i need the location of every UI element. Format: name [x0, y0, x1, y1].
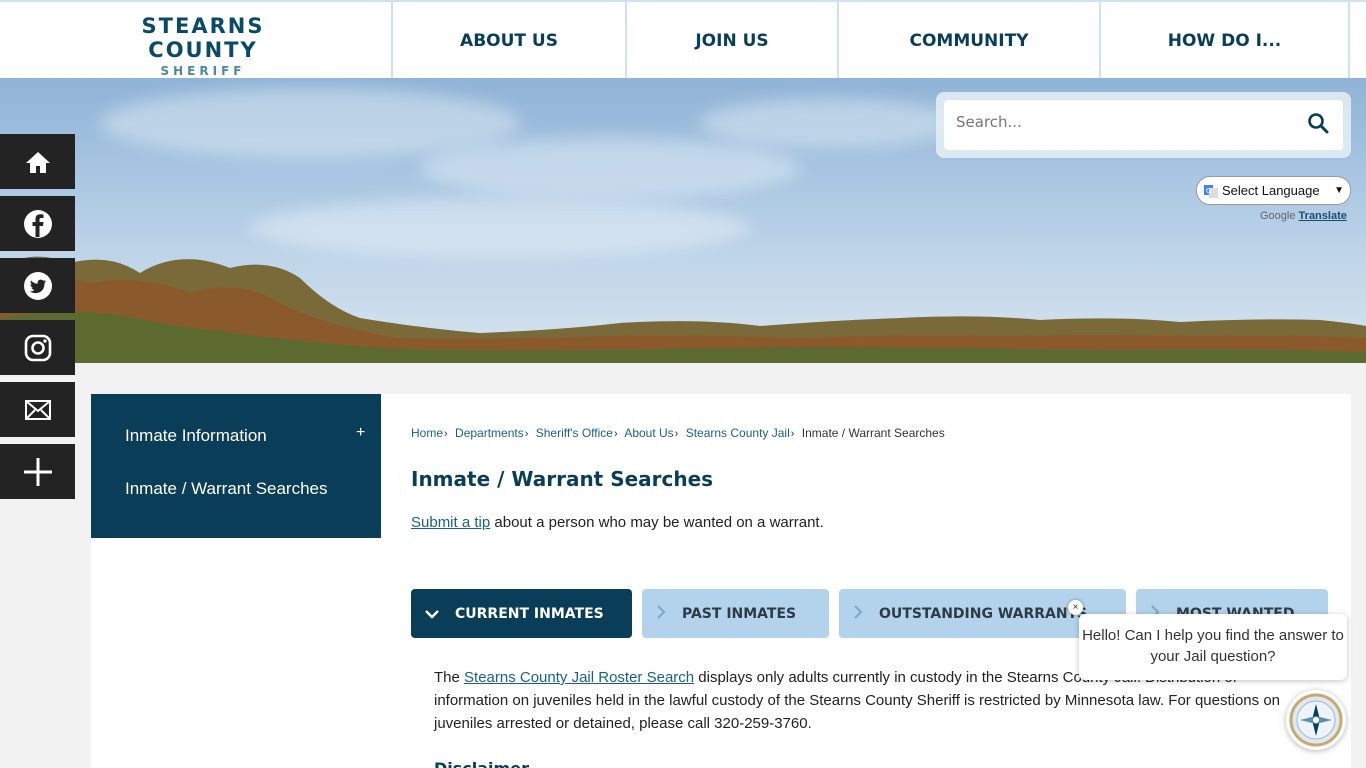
jail-roster-search-link[interactable]: Stearns County Jail Roster Search	[464, 669, 694, 686]
sidenav-inmate-information[interactable]: Inmate Information	[125, 426, 267, 446]
site-logo[interactable]: STEARNS COUNTY SHERIFF	[90, 14, 316, 78]
twitter-icon[interactable]	[0, 258, 75, 313]
social-sidebar	[0, 134, 75, 506]
sidenav-inmate-warrant-searches[interactable]: Inmate / Warrant Searches	[125, 479, 328, 499]
chat-avatar[interactable]	[1286, 690, 1346, 750]
logo-subtitle: SHERIFF	[160, 64, 246, 78]
breadcrumb-stearns-county-jail[interactable]: Stearns County Jail	[686, 426, 790, 440]
chevron-right-icon	[853, 604, 863, 623]
search-container	[936, 92, 1351, 158]
tab-label: PAST INMATES	[682, 605, 797, 622]
chevron-down-icon	[425, 605, 439, 623]
intro-rest: about a person who may be wanted on a wa…	[490, 514, 824, 531]
nav-how-do-i[interactable]: HOW DO I...	[1099, 2, 1350, 80]
nav-join-us[interactable]: JOIN US	[625, 2, 837, 80]
google-wordmark: Google	[1260, 210, 1296, 222]
compass-icon	[1289, 693, 1343, 747]
google-g-icon: G	[1203, 183, 1219, 199]
breadcrumb-sheriffs-office[interactable]: Sheriff's Office	[536, 426, 613, 440]
content-card: Inmate Information + Inmate / Warrant Se…	[91, 394, 1351, 768]
breadcrumb: Home› Departments› Sheriff's Office› Abo…	[411, 426, 945, 440]
search-box	[944, 100, 1343, 150]
facebook-icon[interactable]	[0, 196, 75, 251]
intro-text: Submit a tip about a person who may be w…	[411, 514, 824, 531]
svg-text:G: G	[1206, 187, 1211, 195]
magnifier-icon[interactable]	[1307, 112, 1333, 138]
breadcrumb-current: Inmate / Warrant Searches	[801, 426, 945, 440]
tab-label: CURRENT INMATES	[455, 605, 604, 622]
logo-title: STEARNS COUNTY	[141, 14, 265, 62]
tab-past-inmates[interactable]: PAST INMATES	[642, 589, 829, 638]
chevron-right-icon	[656, 604, 666, 623]
section-sidenav: Inmate Information + Inmate / Warrant Se…	[91, 394, 381, 538]
language-select[interactable]: G Select Language ▼	[1196, 176, 1351, 205]
search-input[interactable]	[956, 113, 1296, 131]
expand-plus-icon[interactable]: +	[356, 424, 365, 442]
submit-tip-link[interactable]: Submit a tip	[411, 514, 490, 531]
body-prefix: The	[434, 669, 465, 686]
instagram-icon[interactable]	[0, 320, 75, 375]
chat-bubble[interactable]: Hello! Can I help you find the answer to…	[1079, 614, 1347, 680]
page-title: Inmate / Warrant Searches	[411, 467, 714, 491]
home-icon[interactable]	[0, 134, 75, 189]
breadcrumb-departments[interactable]: Departments	[455, 426, 524, 440]
breadcrumb-about-us[interactable]: About Us	[624, 426, 673, 440]
close-icon[interactable]: ×	[1068, 600, 1083, 615]
nav-about-us[interactable]: ABOUT US	[391, 2, 625, 80]
nav-community[interactable]: COMMUNITY	[837, 2, 1099, 80]
main-nav: ABOUT US JOIN US COMMUNITY HOW DO I...	[391, 2, 1350, 80]
language-select-label: Select Language	[1222, 183, 1320, 198]
translate-link[interactable]: Translate	[1299, 210, 1347, 222]
tab-label: OUTSTANDING WARRANTS	[879, 605, 1088, 622]
powered-by-translate: Google Translate	[1260, 210, 1347, 222]
plus-icon[interactable]	[0, 444, 75, 499]
disclaimer-heading: Disclaimer	[434, 759, 529, 768]
breadcrumb-home[interactable]: Home	[411, 426, 443, 440]
email-icon[interactable]	[0, 382, 75, 437]
tab-current-inmates[interactable]: CURRENT INMATES	[411, 589, 632, 638]
treeline-image	[0, 256, 1366, 363]
site-header: STEARNS COUNTY SHERIFF ABOUT US JOIN US …	[0, 0, 1366, 80]
chevron-down-icon: ▼	[1334, 185, 1344, 196]
